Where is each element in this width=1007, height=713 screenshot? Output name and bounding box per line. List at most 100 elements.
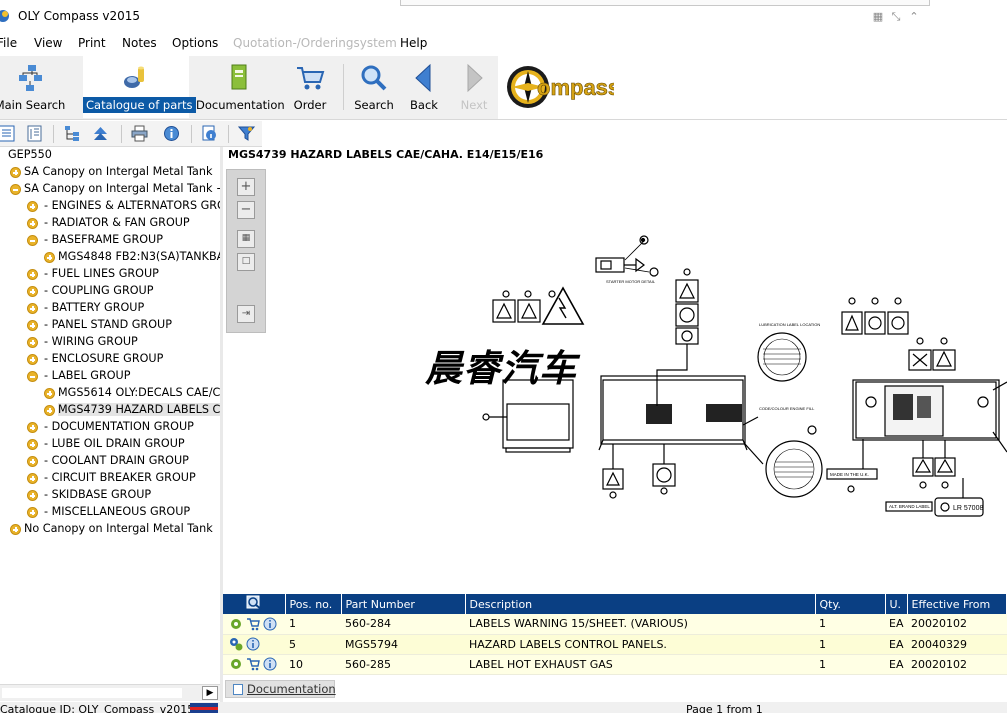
menu-print[interactable]: Print [78, 36, 106, 50]
scroll-right-icon[interactable]: ▶ [202, 686, 218, 700]
expand-icon[interactable] [27, 354, 38, 365]
gear-icon[interactable] [229, 617, 243, 631]
detail-view-icon[interactable] [26, 125, 43, 142]
arrow-left-icon [415, 63, 431, 93]
document-icon [233, 684, 243, 695]
menu-view[interactable]: View [34, 36, 62, 50]
magnifier-icon [361, 65, 387, 91]
collapse-icon[interactable] [10, 184, 21, 195]
main-search-button[interactable]: Main Search [0, 56, 66, 118]
restore-icon[interactable]: ⤡ [888, 9, 904, 25]
table-row[interactable]: 10 560-285 LABEL HOT EXHAUST GAS 1 EA 20… [223, 654, 1007, 675]
gears-icon[interactable] [229, 637, 243, 651]
svg-text:ALT. BRAND LABEL: ALT. BRAND LABEL [889, 504, 930, 509]
cell-effective-from: 20020102 [907, 614, 1007, 635]
info-icon[interactable] [263, 617, 277, 631]
table-row[interactable]: 1 560-284 LABELS WARNING 15/SHEET. (VARI… [223, 614, 1007, 635]
shopping-cart-icon[interactable] [246, 617, 260, 631]
main-toolbar: Main Search Catalogue of parts Documenta… [0, 56, 1007, 120]
documentation-tab[interactable]: Documentation [225, 680, 336, 698]
fit-all-icon[interactable]: ▦ [237, 230, 255, 248]
menu-help[interactable]: Help [400, 36, 427, 50]
logo-panel: ompass [498, 56, 1007, 119]
compass-logo: ompass [507, 66, 614, 108]
expand-tree-icon[interactable] [64, 125, 81, 142]
collapse-icon[interactable] [27, 235, 38, 246]
column-header-qty[interactable]: Qty. [815, 594, 886, 614]
cell-pos: 1 [285, 614, 341, 635]
cell-unit: EA [885, 614, 907, 635]
column-header-part-number[interactable]: Part Number [341, 594, 466, 614]
actual-size-icon[interactable]: □ [237, 253, 255, 271]
expand-icon[interactable] [44, 405, 55, 416]
expand-icon[interactable] [27, 201, 38, 212]
info-icon[interactable] [246, 637, 260, 651]
column-header-pos[interactable]: Pos. no. [285, 594, 342, 614]
cell-description: LABEL HOT EXHAUST GAS [465, 654, 815, 675]
cell-description: LABELS WARNING 15/SHEET. (VARIOUS) [465, 614, 815, 635]
search-label: Search [354, 98, 394, 112]
arrow-right-icon [467, 63, 483, 93]
collapse-icon[interactable] [27, 371, 38, 382]
shopping-cart-icon[interactable] [246, 657, 260, 671]
uk-flag-icon[interactable] [190, 703, 218, 713]
column-header-effective-from[interactable]: Effective From [907, 594, 1007, 614]
zoom-in-icon[interactable]: + [237, 178, 255, 196]
zoom-out-icon[interactable]: − [237, 201, 255, 219]
expand-icon[interactable] [27, 218, 38, 229]
menu-notes[interactable]: Notes [122, 36, 157, 50]
starter-motor-detail: STARTER MOTOR DETAIL [595, 235, 659, 284]
list-view-icon[interactable] [0, 125, 15, 142]
info-icon[interactable] [263, 657, 277, 671]
ghost-window-edge [400, 0, 930, 6]
menu-file[interactable]: File [0, 36, 17, 50]
printer-icon[interactable] [131, 125, 148, 142]
pan-icon[interactable]: ⇥ [237, 305, 255, 323]
expand-icon[interactable] [27, 473, 38, 484]
table-header-row: Pos. no. Part Number Description Qty. U.… [223, 594, 1007, 614]
table-row[interactable]: 5 MGS5794 HAZARD LABELS CONTROL PANELS. … [223, 634, 1007, 655]
expand-icon[interactable] [44, 252, 55, 263]
expand-icon[interactable] [10, 167, 21, 178]
expand-icon[interactable] [44, 388, 55, 399]
column-header-tools[interactable] [223, 594, 286, 614]
toolbar-separator [343, 64, 344, 110]
tree-horizontal-scrollbar[interactable]: ▶ [0, 684, 220, 701]
expand-icon[interactable] [27, 320, 38, 331]
documentation-button[interactable]: Documentation [196, 56, 285, 118]
back-button[interactable]: Back [404, 56, 444, 118]
cell-unit: EA [885, 634, 907, 655]
exploded-diagram[interactable]: STARTER MOTOR DETAIL LUBRICATION LABEL L… [223, 164, 1007, 592]
tile-icon[interactable]: ▦ [870, 9, 886, 25]
back-label: Back [410, 98, 438, 112]
scrollbar-thumb[interactable] [2, 688, 182, 698]
order-button[interactable]: Order [288, 56, 332, 118]
expand-icon[interactable] [27, 269, 38, 280]
expand-icon[interactable] [27, 490, 38, 501]
collapse-icon[interactable]: ⌃ [906, 9, 922, 25]
search-button[interactable]: Search [352, 56, 396, 118]
document-info-icon[interactable] [201, 125, 218, 142]
svg-text:LR 57008: LR 57008 [953, 505, 983, 512]
expand-icon[interactable] [10, 524, 21, 535]
column-header-unit[interactable]: U. [885, 594, 908, 614]
cell-part-number: 560-285 [341, 654, 465, 675]
gear-icon[interactable] [229, 657, 243, 671]
catalogue-button[interactable]: Catalogue of parts [83, 56, 196, 118]
expand-icon[interactable] [27, 286, 38, 297]
book-icon [231, 64, 247, 90]
menu-options[interactable]: Options [172, 36, 218, 50]
window-title: OLY Compass v2015 [18, 9, 141, 23]
next-button: Next [454, 56, 494, 118]
expand-icon[interactable] [27, 303, 38, 314]
collapse-tree-icon[interactable] [92, 125, 109, 142]
expand-icon[interactable] [27, 507, 38, 518]
expand-icon[interactable] [27, 422, 38, 433]
filter-icon[interactable] [238, 125, 255, 142]
info-icon[interactable] [163, 125, 180, 142]
column-header-description[interactable]: Description [465, 594, 816, 614]
watermark-text: 晨睿汽车 [425, 346, 577, 390]
expand-icon[interactable] [27, 439, 38, 450]
expand-icon[interactable] [27, 337, 38, 348]
expand-icon[interactable] [27, 456, 38, 467]
